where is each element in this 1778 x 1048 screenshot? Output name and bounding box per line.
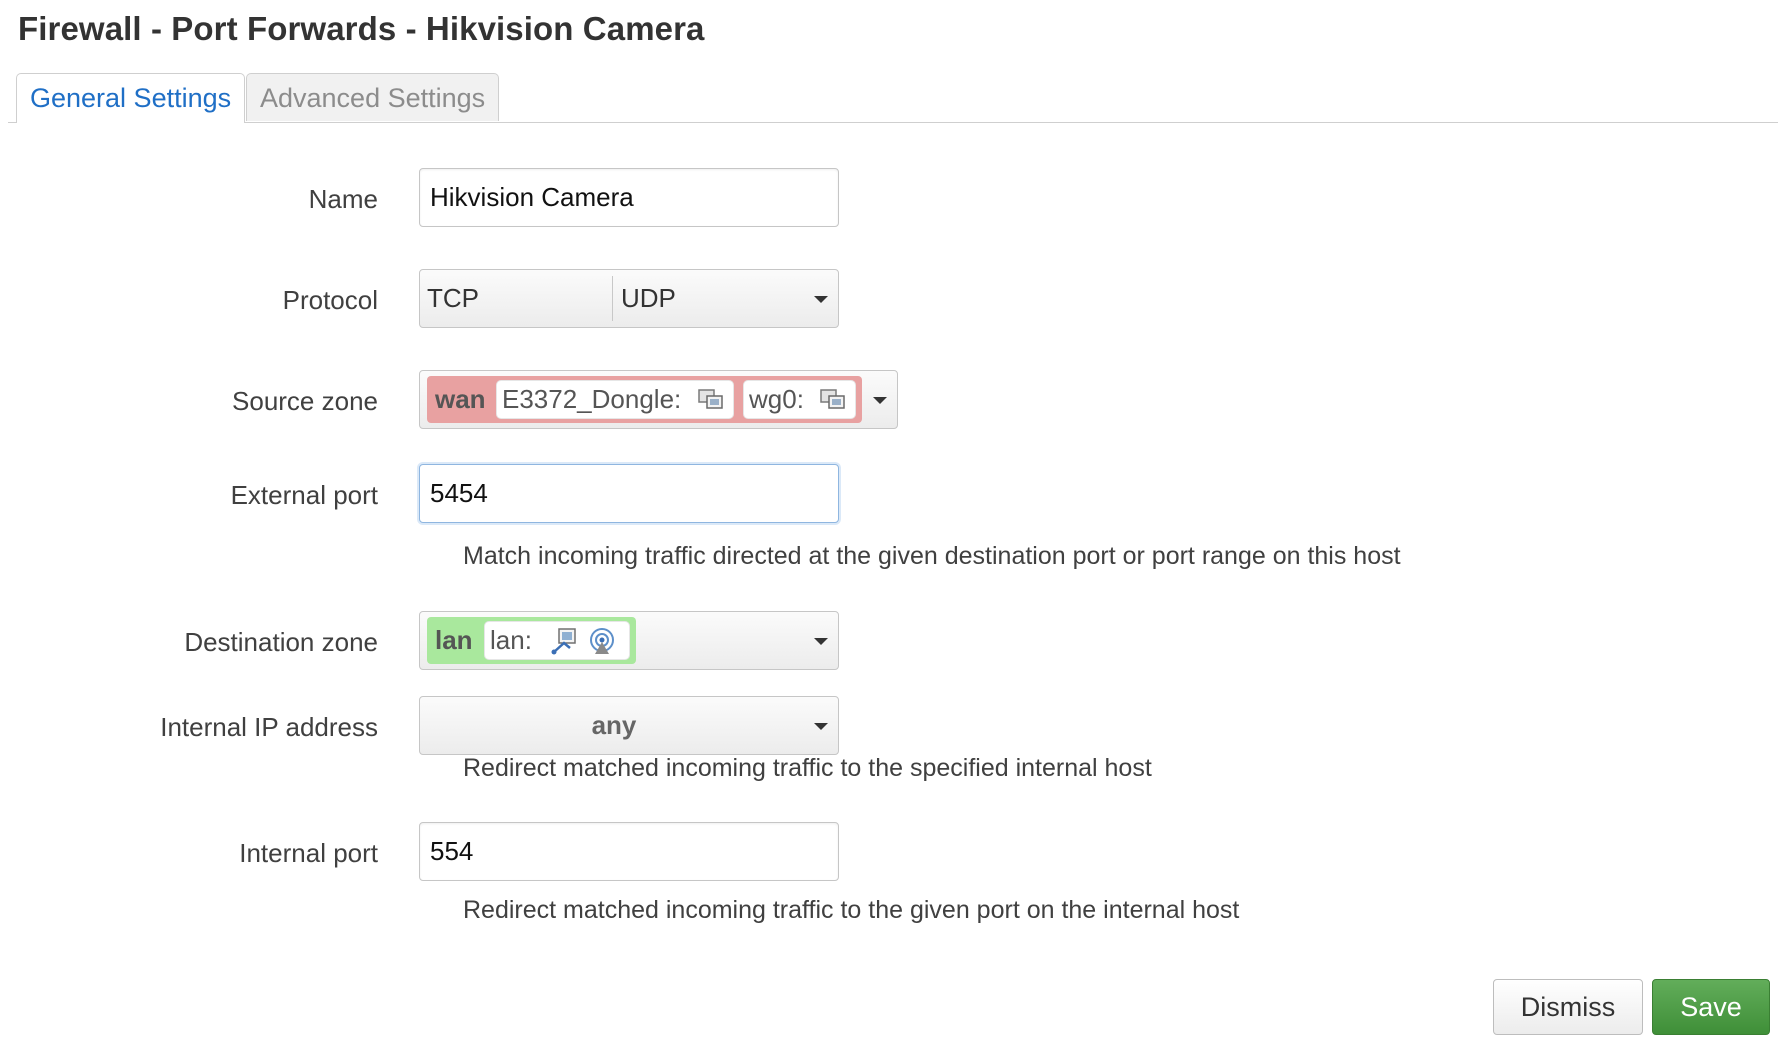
wireless-icon (590, 628, 614, 654)
internal-port-help: Redirect matched incoming traffic to the… (463, 896, 1240, 924)
protocol-udp-chip: UDP (621, 283, 676, 313)
protocol-tcp-chip: TCP (427, 283, 479, 313)
internal-ip-help: Redirect matched incoming traffic to the… (463, 754, 1152, 782)
zone-name-wan: wan (435, 384, 486, 414)
chevron-down-icon[interactable] (814, 723, 828, 730)
zone-badge-lan: lan lan: (427, 617, 636, 664)
internal-ip-label: Internal IP address (160, 712, 378, 742)
chevron-down-icon[interactable] (814, 296, 828, 303)
zone-name-lan: lan (435, 625, 473, 655)
dismiss-button[interactable]: Dismiss (1493, 979, 1643, 1035)
destination-zone-select[interactable]: lan lan: (419, 611, 839, 670)
tab-general-settings[interactable]: General Settings (16, 73, 246, 123)
external-port-label: External port (230, 480, 378, 510)
interface-label: lan: (490, 625, 532, 655)
zone-badge-wan: wan E3372_Dongle: wg0: (427, 376, 862, 423)
internal-port-input[interactable] (419, 822, 839, 881)
page-title: Firewall - Port Forwards - Hikvision Cam… (18, 10, 705, 47)
protocol-label: Protocol (282, 285, 378, 315)
name-label: Name (308, 184, 378, 214)
interface-chip-e3372-dongle: E3372_Dongle: (496, 380, 734, 419)
interface-chip-wg0: wg0: (743, 380, 856, 419)
interface-label: E3372_Dongle: (502, 384, 682, 414)
external-port-input[interactable] (419, 464, 839, 523)
protocol-separator (612, 276, 613, 321)
interface-label: wg0: (749, 384, 804, 414)
internal-port-label: Internal port (239, 838, 378, 868)
internal-ip-select[interactable]: any (419, 696, 839, 755)
name-input[interactable] (419, 168, 839, 227)
network-interface-icon (698, 389, 723, 409)
destination-zone-label: Destination zone (184, 627, 378, 657)
source-zone-label: Source zone (232, 386, 378, 416)
network-interface-icon (820, 389, 845, 409)
internal-ip-value: any (591, 710, 637, 740)
tab-advanced-settings[interactable]: Advanced Settings (246, 73, 500, 121)
tab-bar: General Settings Advanced Settings (8, 73, 1778, 123)
ethernet-port-icon (551, 628, 576, 655)
interface-chip-lan: lan: (484, 621, 630, 660)
protocol-select[interactable]: TCP UDP (419, 269, 839, 328)
source-zone-select[interactable]: wan E3372_Dongle: wg0: (419, 370, 898, 429)
chevron-down-icon[interactable] (873, 397, 887, 404)
chevron-down-icon[interactable] (814, 638, 828, 645)
save-button[interactable]: Save (1652, 979, 1770, 1035)
external-port-help: Match incoming traffic directed at the g… (463, 542, 1401, 570)
